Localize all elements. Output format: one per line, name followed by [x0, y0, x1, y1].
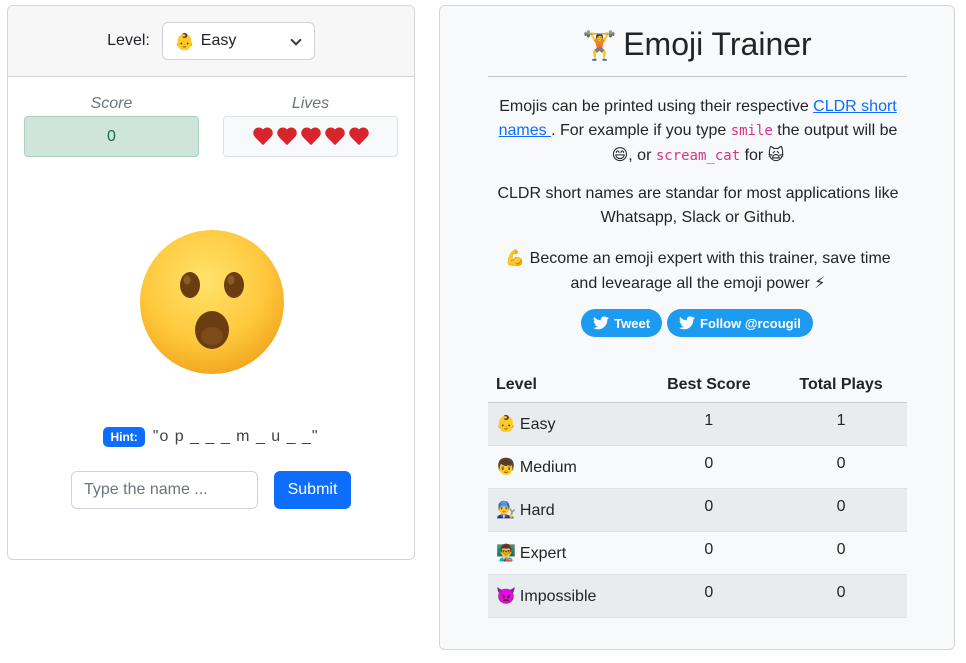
level-cell: 👨‍🔧 Hard	[488, 488, 643, 532]
mechanic-icon: 👨‍🔧	[496, 499, 516, 519]
imp-icon: 👿	[496, 585, 516, 605]
weight-lifter-icon: 🏋	[582, 29, 618, 62]
expert-text: Become an emoji expert with this trainer…	[525, 250, 891, 292]
hint-row: Hint: "o p _ _ _ m _ u _ _"	[8, 427, 414, 447]
heart-icon	[252, 127, 274, 147]
expert-paragraph: 💪 Become an emoji expert with this train…	[490, 246, 906, 296]
score-label: Score	[90, 95, 133, 112]
best-score-cell: 1	[642, 402, 776, 446]
hint-badge: Hint:	[103, 427, 145, 447]
level-cell: 👨‍🏫 Expert	[488, 531, 643, 575]
lives-stat: Lives	[223, 95, 398, 157]
tweet-label: Tweet	[614, 315, 651, 331]
level-name: Medium	[519, 458, 577, 476]
answer-row: Submit	[8, 471, 414, 509]
header-level: Level	[488, 369, 643, 403]
heart-icon	[276, 127, 298, 147]
levels-table: Level Best Score Total Plays 👶 Easy 1 1 👦…	[488, 369, 907, 618]
total-plays-cell: 1	[775, 402, 907, 446]
table-row: 👨‍🔧 Hard 0 0	[488, 488, 907, 532]
level-select[interactable]: 👶 Easy	[161, 22, 315, 60]
total-plays-cell: 0	[775, 574, 907, 618]
teacher-icon: 👨‍🏫	[496, 542, 516, 562]
intro-text: the output will be	[772, 122, 898, 139]
page-title: 🏋 Emoji Trainer	[440, 26, 954, 63]
smile-icon: 😄	[611, 145, 629, 164]
score-value: 0	[24, 116, 199, 157]
intro-text: . For example if you type	[551, 122, 731, 139]
level-name: Easy	[519, 415, 556, 433]
follow-label: Follow @rcougil	[700, 315, 801, 331]
info-card: 🏋 Emoji Trainer Emojis can be printed usi…	[439, 5, 955, 650]
table-row: 👿 Impossible 0 0	[488, 574, 907, 618]
intro-text: , or	[628, 147, 656, 164]
tweet-button[interactable]: Tweet	[581, 309, 663, 337]
lives-display	[223, 116, 398, 157]
best-score-cell: 0	[642, 574, 776, 618]
level-bar: Level: 👶 Easy	[8, 6, 414, 77]
cldr-paragraph: CLDR short names are standar for most ap…	[497, 185, 899, 226]
title-divider	[488, 76, 907, 77]
header-best-score: Best Score	[642, 369, 776, 403]
hint-text: "o p _ _ _ m _ u _ _"	[152, 428, 319, 445]
level-cell: 👶 Easy	[488, 402, 643, 446]
lives-label: Lives	[291, 95, 330, 112]
total-plays-cell: 0	[775, 531, 907, 575]
level-name: Hard	[519, 501, 555, 519]
best-score-cell: 0	[642, 531, 776, 575]
baby-icon: 👶	[496, 413, 516, 433]
level-name: Impossible	[519, 587, 597, 605]
game-card: Level: 👶 Easy Score 0 Lives Hint: "o p _…	[7, 5, 415, 560]
level-cell: 👿 Impossible	[488, 574, 643, 618]
intro-text: for	[740, 147, 768, 164]
heart-icon	[348, 127, 370, 147]
total-plays-cell: 0	[775, 488, 907, 532]
level-name: Expert	[519, 544, 567, 562]
baby-icon: 👶	[174, 31, 195, 51]
intro-paragraph: Emojis can be printed using their respec…	[490, 95, 906, 168]
follow-button[interactable]: Follow @rcougil	[667, 309, 813, 337]
level-cell: 👦 Medium	[488, 445, 643, 489]
emoji-name-input[interactable]	[71, 471, 258, 509]
table-row: 👶 Easy 1 1	[488, 402, 907, 446]
level-label: Level:	[107, 32, 150, 49]
boy-icon: 👦	[496, 456, 516, 476]
stats-row: Score 0 Lives	[8, 77, 414, 157]
level-select-value: Easy	[200, 32, 237, 49]
code-scream-cat: scream_cat	[655, 148, 741, 164]
table-row: 👨‍🏫 Expert 0 0	[488, 531, 907, 575]
total-plays-cell: 0	[775, 445, 907, 489]
intro-text: Emojis can be printed using their respec…	[499, 98, 814, 115]
page-title-text: Emoji Trainer	[623, 26, 812, 62]
heart-icon	[324, 127, 346, 147]
score-stat: Score 0	[24, 95, 199, 157]
heart-icon	[300, 127, 322, 147]
best-score-cell: 0	[642, 488, 776, 532]
face-with-open-mouth-icon	[140, 230, 284, 374]
header-total-plays: Total Plays	[775, 369, 907, 403]
scream-cat-icon: 🙀	[767, 145, 785, 164]
flexed-biceps-icon: 💪	[505, 248, 526, 267]
best-score-cell: 0	[642, 445, 776, 489]
twitter-bird-icon	[593, 316, 610, 330]
table-header-row: Level Best Score Total Plays	[488, 369, 907, 403]
code-smile: smile	[730, 123, 773, 139]
chevron-down-icon	[290, 34, 302, 46]
submit-button[interactable]: Submit	[274, 471, 351, 509]
lightning-icon: ⚡	[814, 273, 826, 292]
social-buttons: Tweet Follow @rcougil	[440, 309, 954, 337]
twitter-bird-icon	[679, 316, 696, 330]
table-row: 👦 Medium 0 0	[488, 445, 907, 489]
